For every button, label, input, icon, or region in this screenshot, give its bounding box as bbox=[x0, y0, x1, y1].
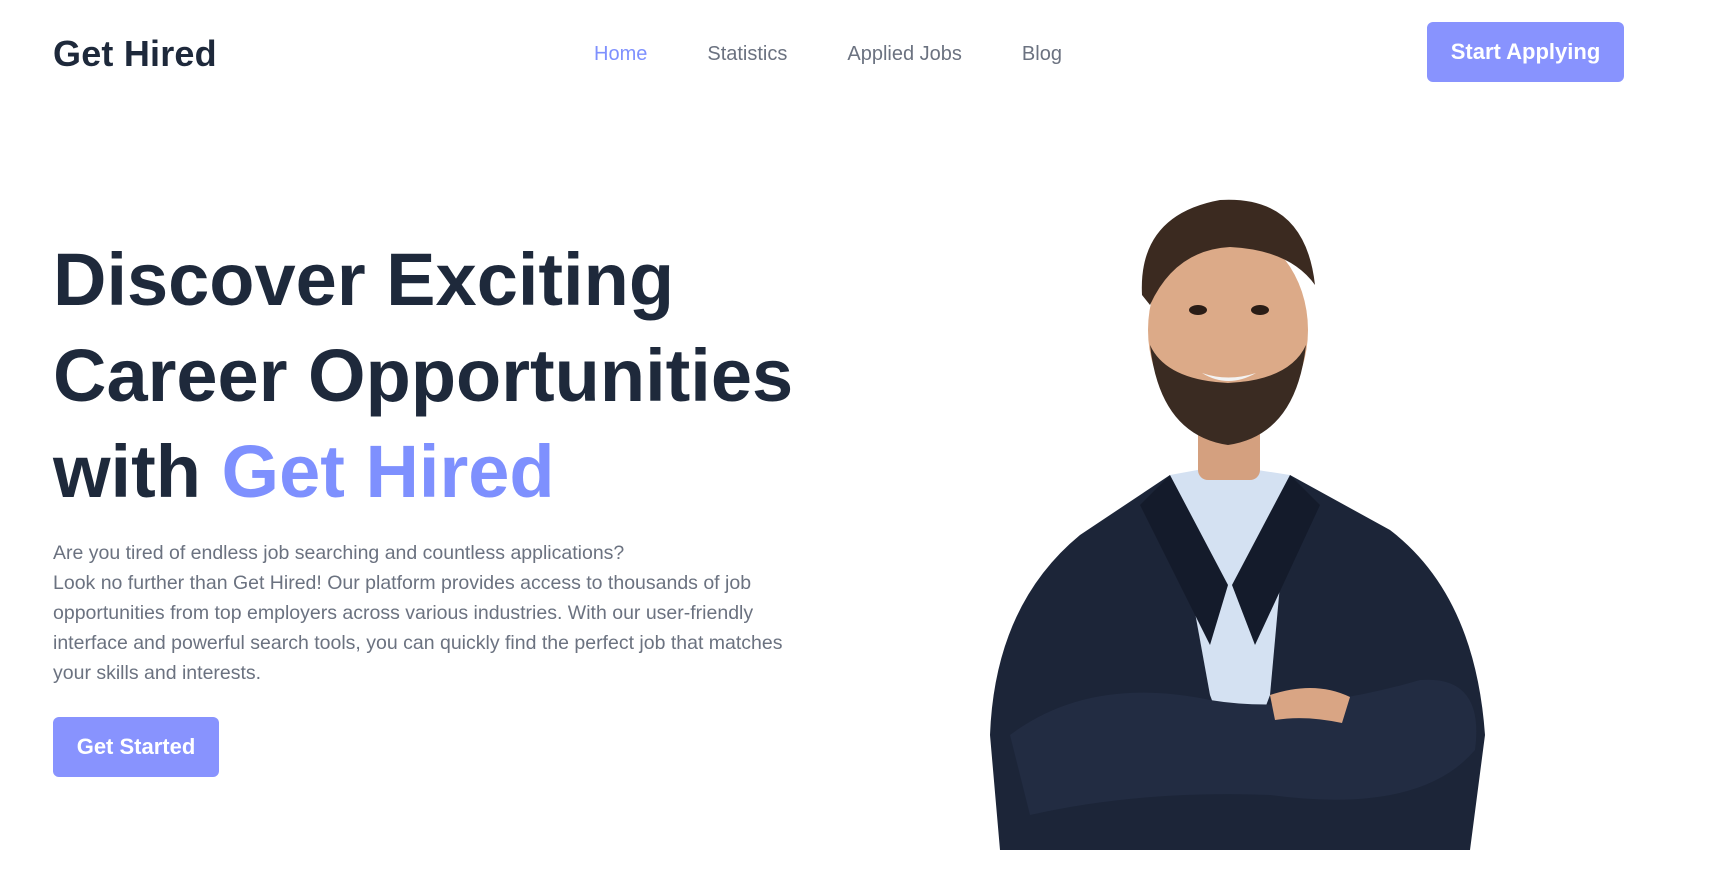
hero-title-line-1: Discover Exciting bbox=[53, 238, 675, 321]
eye-right bbox=[1251, 305, 1269, 315]
hero-title-line-2: Career Opportunities bbox=[53, 334, 794, 417]
start-applying-button[interactable]: Start Applying bbox=[1427, 22, 1624, 82]
eye-left bbox=[1189, 305, 1207, 315]
nav-links: Home Statistics Applied Jobs Blog bbox=[594, 43, 1122, 66]
hero-description-line-2: Look no further than Get Hired! Our plat… bbox=[53, 572, 783, 684]
nav-link-home[interactable]: Home bbox=[594, 43, 647, 66]
nav-link-blog[interactable]: Blog bbox=[1022, 43, 1062, 66]
brand-logo[interactable]: Get Hired bbox=[53, 33, 217, 75]
hand-shape bbox=[1270, 687, 1350, 723]
nav-link-applied-jobs[interactable]: Applied Jobs bbox=[847, 43, 962, 66]
hero-title-line-3-prefix: with bbox=[53, 430, 201, 513]
hero-description: Are you tired of endless job searching a… bbox=[53, 538, 823, 688]
navbar: Get Hired Home Statistics Applied Jobs B… bbox=[0, 0, 1735, 100]
hero-title: Discover Exciting Career Opportunities w… bbox=[53, 232, 853, 520]
nav-link-statistics[interactable]: Statistics bbox=[707, 43, 787, 66]
hero-title-accent: Get Hired bbox=[221, 430, 555, 513]
get-started-button[interactable]: Get Started bbox=[53, 717, 219, 777]
hero-person-image bbox=[990, 199, 1485, 850]
hero-description-line-1: Are you tired of endless job searching a… bbox=[53, 542, 625, 564]
